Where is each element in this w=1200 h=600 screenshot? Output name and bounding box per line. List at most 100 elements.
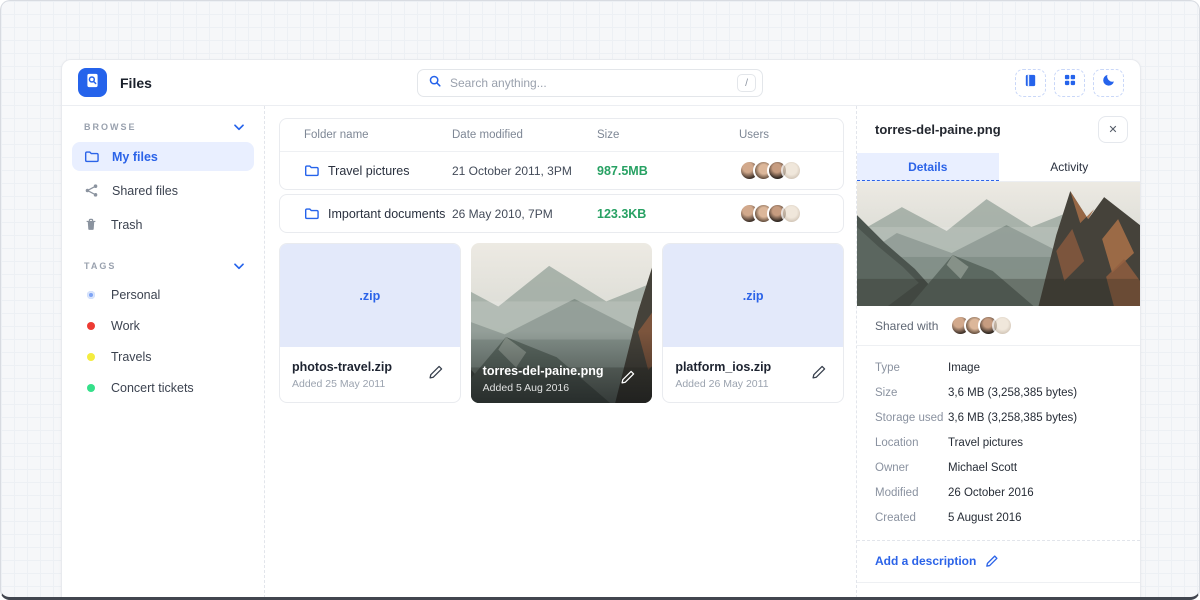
search-input[interactable] [450, 76, 737, 90]
search-shortcut-key: / [737, 74, 756, 92]
pencil-icon[interactable] [985, 554, 999, 568]
sidebar-item-trash[interactable]: Trash [72, 210, 254, 239]
app-logo [78, 68, 107, 97]
table-row[interactable]: Travel pictures 21 October 2011, 3PM 987… [280, 152, 843, 189]
pencil-icon [620, 369, 636, 390]
book-icon [1023, 73, 1038, 93]
search-bar[interactable]: / [417, 69, 763, 97]
tag-item-travels[interactable]: Travels [72, 343, 254, 371]
tab-activity[interactable]: Activity [999, 153, 1141, 181]
search-icon [428, 74, 442, 93]
avatar [781, 203, 802, 224]
book-button[interactable] [1015, 69, 1046, 97]
sidebar-item-label: My files [112, 150, 158, 164]
tag-color-dot [87, 291, 95, 299]
tag-label: Personal [111, 288, 160, 302]
file-added-date: Added 25 May 2011 [292, 378, 424, 390]
table-row[interactable]: Important documents 26 May 2010, 7PM 123… [280, 195, 843, 232]
detail-label: Owner [875, 462, 948, 474]
chevron-down-icon [234, 124, 244, 131]
sidebar-item-my-files[interactable]: My files [72, 142, 254, 171]
detail-value: Image [948, 362, 980, 374]
detail-row-size: Size 3,6 MB (3,258,385 bytes) [875, 380, 1122, 405]
tags-section-header[interactable]: TAGS [72, 253, 254, 281]
file-card-thumbnail: .zip [280, 244, 460, 347]
date-modified: 21 October 2011, 3PM [452, 164, 597, 178]
avatar [992, 315, 1013, 336]
zip-type-badge: .zip [359, 289, 380, 303]
detail-value: Michael Scott [948, 462, 1017, 474]
avatar [781, 160, 802, 181]
grid-view-button[interactable] [1054, 69, 1085, 97]
detail-row-created: Created 5 August 2016 [875, 505, 1122, 530]
column-header-folder-name: Folder name [304, 129, 452, 141]
tag-label: Work [111, 319, 140, 333]
file-card-photos-travel[interactable]: .zip photos-travel.zip Added 25 May 2011 [279, 243, 461, 403]
detail-value: 26 October 2016 [948, 487, 1034, 499]
detail-label: Modified [875, 487, 948, 499]
sidebar-item-label: Shared files [112, 184, 178, 198]
browse-section-header[interactable]: BROWSE [72, 114, 254, 142]
panel-file-title: torres-del-paine.png [875, 122, 1098, 137]
tab-details[interactable]: Details [857, 153, 999, 181]
panel-tabs: Details Activity [857, 153, 1140, 182]
edit-file-button[interactable] [424, 360, 448, 389]
folder-name: Important documents [328, 207, 445, 221]
main-content: Folder name Date modified Size Users Tra… [265, 106, 856, 598]
folder-icon [304, 163, 319, 178]
folder-icon [304, 206, 319, 221]
add-description-link[interactable]: Add a description [875, 554, 976, 568]
detail-label: Size [875, 387, 948, 399]
file-name: platform_ios.zip [675, 360, 807, 374]
shared-avatars [950, 315, 1013, 336]
close-panel-button[interactable]: ✕ [1098, 116, 1128, 143]
file-details-list: Type Image Size 3,6 MB (3,258,385 bytes)… [857, 346, 1140, 540]
detail-row-storage-used: Storage used 3,6 MB (3,258,385 bytes) [875, 405, 1122, 430]
sidebar-item-shared-files[interactable]: Shared files [72, 176, 254, 205]
date-modified: 26 May 2010, 7PM [452, 207, 597, 221]
detail-row-owner: Owner Michael Scott [875, 455, 1122, 480]
tag-label: Concert tickets [111, 381, 194, 395]
pencil-icon [811, 364, 827, 385]
file-added-date: Added 26 May 2011 [675, 378, 807, 390]
tag-color-dot [87, 353, 95, 361]
shared-with-label: Shared with [875, 319, 938, 333]
file-name: torres-del-paine.png [483, 364, 617, 378]
pencil-icon [428, 364, 444, 385]
tag-color-dot [87, 322, 95, 330]
detail-value: Travel pictures [948, 437, 1023, 449]
folder-table: Folder name Date modified Size Users Tra… [279, 118, 844, 190]
browse-section-label: BROWSE [84, 122, 137, 132]
folder-name: Travel pictures [328, 164, 410, 178]
folder-table-row-card: Important documents 26 May 2010, 7PM 123… [279, 194, 844, 233]
detail-row-location: Location Travel pictures [875, 430, 1122, 455]
mountain-photo [857, 182, 1140, 306]
detail-label: Location [875, 437, 948, 449]
shared-with-row: Shared with [857, 306, 1140, 346]
detail-label: Type [875, 362, 948, 374]
edit-file-button[interactable] [807, 360, 831, 389]
tag-item-concert-tickets[interactable]: Concert tickets [72, 374, 254, 402]
file-card-platform-ios[interactable]: .zip platform_ios.zip Added 26 May 2011 [662, 243, 844, 403]
users-avatars [739, 203, 819, 224]
file-name: photos-travel.zip [292, 360, 424, 374]
grid-view-icon [1063, 73, 1077, 92]
detail-label: Storage used [875, 412, 948, 424]
column-header-date-modified: Date modified [452, 129, 597, 141]
tag-item-work[interactable]: Work [72, 312, 254, 340]
file-card-torres-del-paine[interactable]: torres-del-paine.png Added 5 Aug 2016 [471, 243, 653, 403]
dark-mode-button[interactable] [1093, 69, 1124, 97]
desktop-background: Files / [0, 0, 1200, 600]
zip-type-badge: .zip [743, 289, 764, 303]
files-app-window: Files / [61, 59, 1141, 598]
tags-list: Personal Work Travels Concert tickets [72, 281, 254, 402]
sidebar-item-label: Trash [111, 218, 143, 232]
file-size: 987.5MB [597, 164, 739, 178]
detail-row-type: Type Image [875, 355, 1122, 380]
tag-item-personal[interactable]: Personal [72, 281, 254, 309]
detail-label: Created [875, 512, 948, 524]
edit-file-button[interactable] [616, 365, 640, 394]
page-title: Files [120, 75, 152, 91]
detail-value: 5 August 2016 [948, 512, 1022, 524]
file-preview [857, 182, 1140, 306]
